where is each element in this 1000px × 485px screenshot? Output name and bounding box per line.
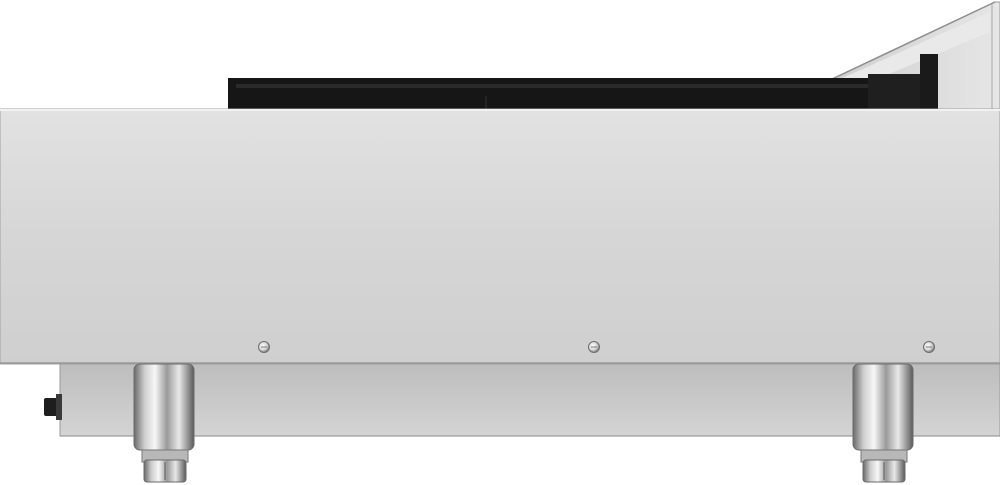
griddle-illustration (0, 1, 1000, 483)
leg-left (133, 363, 195, 483)
screw-right (923, 341, 935, 353)
leg-right (852, 363, 914, 483)
griddle-plate (228, 54, 938, 110)
main-body-panel (0, 108, 1000, 365)
screw-center (588, 341, 600, 353)
screw-left (258, 341, 270, 353)
gas-inlet (44, 394, 62, 420)
